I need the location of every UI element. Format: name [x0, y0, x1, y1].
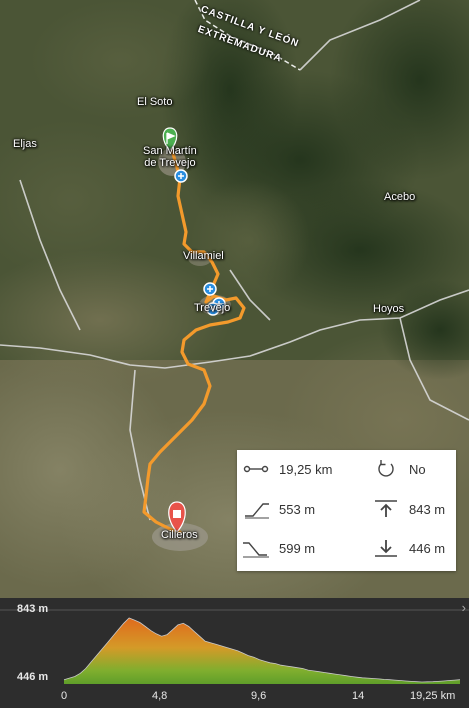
place-label-eljas: Eljas	[13, 138, 37, 150]
descent-value: 599 m	[279, 540, 316, 556]
profile-tick: 0	[61, 690, 68, 702]
distance-icon	[243, 465, 269, 473]
ascent-stat: 553 m	[243, 499, 315, 519]
profile-max-label: 843 m	[17, 603, 49, 615]
profile-tick: 9,6	[251, 690, 267, 702]
waypoint-marker	[174, 169, 188, 183]
min-elevation-value: 446 m	[409, 540, 446, 556]
max-elevation-icon	[375, 500, 397, 517]
elevation-profile-chart	[0, 609, 469, 684]
descent-stat: 599 m	[243, 538, 315, 558]
elevation-area	[64, 618, 460, 684]
profile-tick: 14	[352, 690, 365, 702]
profile-tick: 19,25 km	[410, 690, 456, 702]
ascent-value: 553 m	[279, 501, 316, 517]
place-label-acebo: Acebo	[384, 191, 416, 203]
profile-min-label: 446 m	[17, 671, 49, 683]
min-elevation-icon	[375, 540, 397, 557]
elevation-profile-panel[interactable]: ›	[0, 598, 469, 708]
distance-stat: 19,25 km	[243, 459, 332, 479]
max-elevation-stat: 843 m	[373, 499, 445, 519]
ascent-icon	[245, 503, 269, 519]
route-stats-panel: 19,25 km No 553 m 843 m 599 m 446 m	[237, 450, 456, 571]
profile-tick: 4,8	[152, 690, 168, 702]
loop-icon	[378, 460, 394, 477]
loop-value: No	[409, 461, 426, 477]
loop-stat: No	[373, 459, 426, 479]
place-label-trevejo: Trevejo	[194, 302, 231, 314]
distance-value: 19,25 km	[279, 461, 333, 477]
waypoint-marker	[203, 282, 217, 296]
place-label-el-soto: El Soto	[137, 96, 173, 108]
place-label-line: San Martín	[143, 145, 197, 157]
max-elevation-value: 843 m	[409, 501, 446, 517]
place-label-hoyos: Hoyos	[373, 303, 405, 315]
place-label-villamiel: Villamiel	[183, 250, 224, 262]
chevron-right-icon[interactable]: ›	[462, 600, 466, 615]
place-label-line: de Trevejo	[144, 157, 196, 169]
min-elevation-stat: 446 m	[373, 538, 445, 558]
place-label-san-martin-de-trevejo: San Martín de Trevejo	[143, 145, 197, 169]
place-label-cilleros: Cilleros	[161, 529, 198, 541]
descent-icon	[243, 542, 269, 558]
